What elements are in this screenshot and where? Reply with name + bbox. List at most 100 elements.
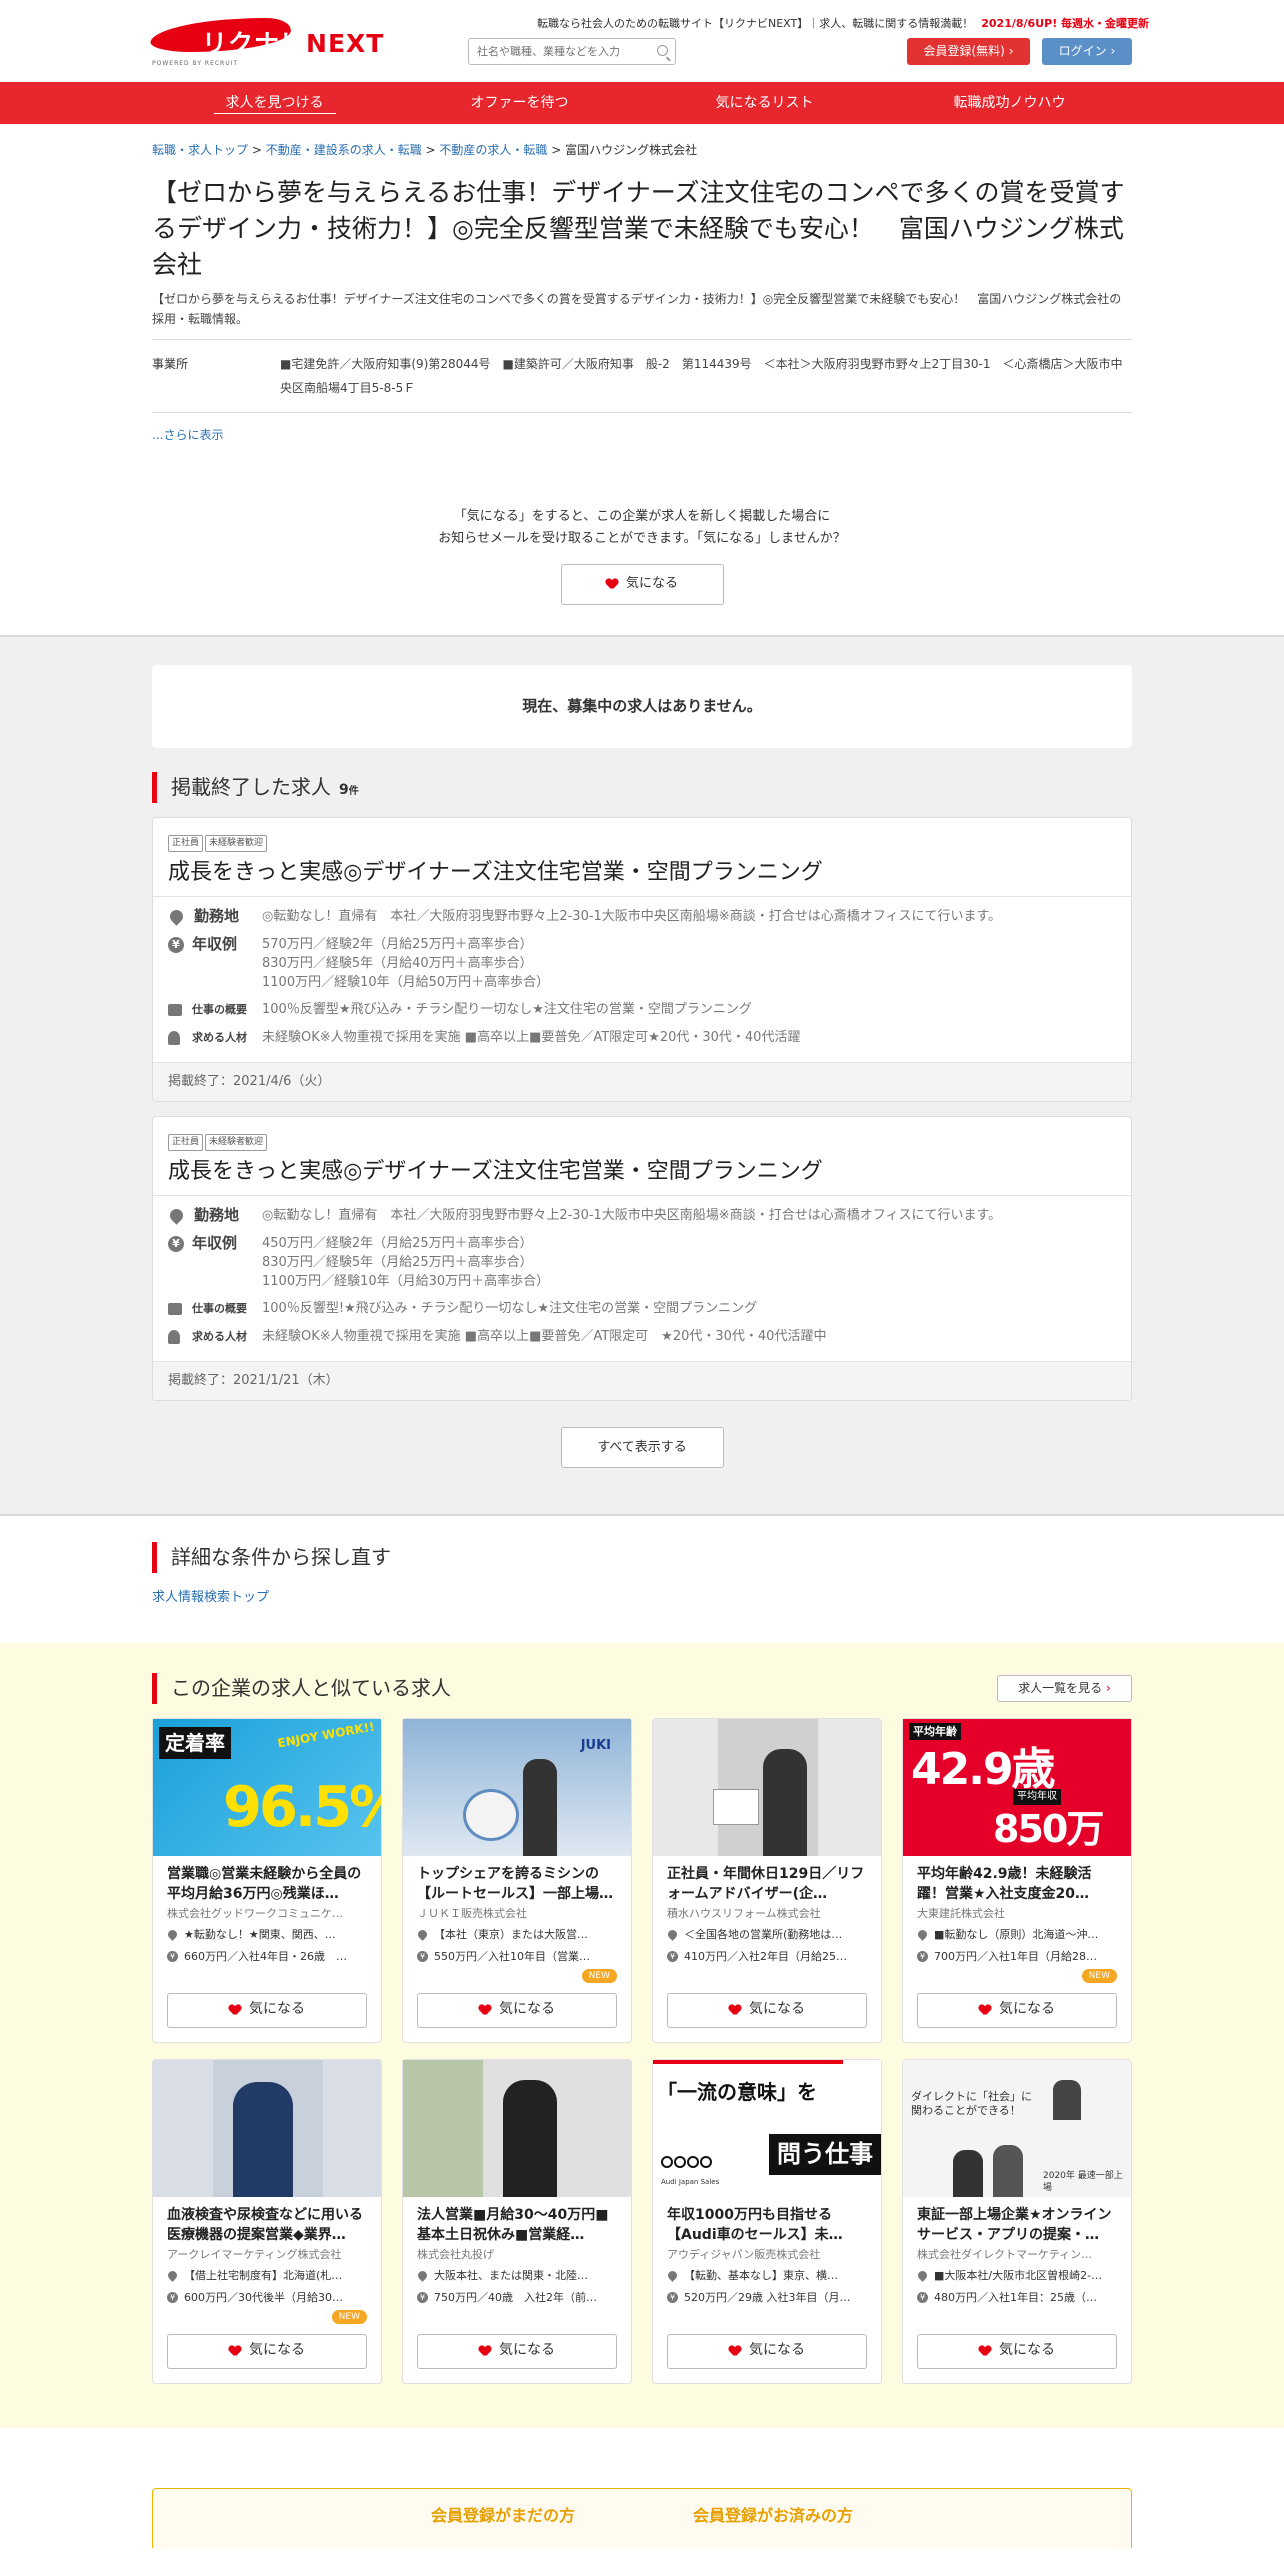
similar-job-title[interactable]: 東証一部上場企業★オンラインサービス・アプリの提案・… (903, 2197, 1131, 2245)
salary-line: ¥700万円／入社1年目（月給28… (903, 1943, 1131, 1964)
login-button[interactable]: ログイン › (1042, 38, 1132, 65)
office-label: 事業所 (152, 356, 189, 371)
salary-line: ¥750万円／40歳 入社2年（前… (403, 2284, 631, 2305)
company-section: 転職・求人トップ > 不動産・建設系の求人・転職 > 不動産の求人・転職 > 富… (152, 142, 1132, 605)
document-icon (168, 1302, 182, 1315)
person-icon (168, 1329, 180, 1344)
show-more-link[interactable]: ...さらに表示 (152, 427, 1132, 444)
job-list-button[interactable]: 求人一覧を見る › (997, 1674, 1132, 1702)
job-search-top-link[interactable]: 求人情報検索トップ (152, 1589, 1132, 1607)
page-title: 【ゼロから夢を与えらえるお仕事！デザイナーズ注文住宅のコンペで多くの賞を受賞する… (152, 177, 1125, 279)
similar-job-title[interactable]: 年収1000万円も目指せる【Audi車のセールス】未… (653, 2197, 881, 2245)
location-line: 大阪本社、または関東・北陸… (403, 2262, 631, 2283)
nav-favorite-list[interactable]: 気になるリスト (642, 82, 887, 124)
favorite-button[interactable]: 気になる (917, 1992, 1117, 2028)
breadcrumb: 転職・求人トップ > 不動産・建設系の求人・転職 > 不動産の求人・転職 > 富… (152, 143, 698, 157)
company-info: 事業所 ■宅建免許／大阪府知事(9)第28044号 ■建築許可／大阪府知事 般-… (152, 338, 1132, 413)
global-nav: 求人を見つける オファーを待つ 気になるリスト 転職成功ノウハウ (0, 82, 1284, 124)
job-photo[interactable] (653, 1718, 881, 1856)
show-all-button[interactable]: すべて表示する (560, 1426, 724, 1468)
office-value: ■宅建免許／大阪府知事(9)第28044号 ■建築許可／大阪府知事 般-2 第1… (280, 356, 1123, 395)
new-badge: NEW (1081, 1968, 1117, 1983)
heart-icon (479, 2005, 491, 2016)
similar-job-card[interactable]: 「一流の意味」を 問う仕事 Audi Japan Sales 年収1000万円も目指せ… (652, 2058, 882, 2384)
similar-job-card[interactable]: 法人営業■月給30～40万円■基本土日祝休み■営業経… 株式会社丸投げ 大阪本社、ま… (402, 2058, 632, 2384)
similar-job-title[interactable]: 営業職◎営業未経験から全員の平均月給36万円◎残業ほ… (153, 1856, 381, 1904)
salary-row: ¥ 年収例 570万円／経験2年（月給25万円＋高率歩合） 830万円／経験5年（月給… (168, 935, 1116, 992)
favorite-button[interactable]: 気になる (167, 1992, 367, 2028)
breadcrumb-link[interactable]: 不動産の求人・転職 (439, 143, 547, 157)
yen-icon: ¥ (167, 2291, 178, 2303)
favorite-button[interactable]: 気になる (667, 2333, 867, 2369)
job-photo[interactable]: ダイレクトに「社会」に関わることができる！ 2020年 最速一部上場 (903, 2059, 1131, 2197)
location-line: ■大阪本社/大阪市北区曽根崎2-… (903, 2262, 1131, 2283)
yen-icon: ¥ (168, 1235, 184, 1252)
map-pin-icon (167, 1206, 186, 1225)
job-card[interactable]: 正社員 未経験者歓迎 成長をきっと実感◎デザイナーズ注文住宅営業・空間プランニング… (152, 1115, 1132, 1401)
search-icon[interactable] (657, 45, 668, 56)
similar-job-title[interactable]: トップシェアを誇るミシンの【ルートセールス】一部上場… (403, 1856, 631, 1904)
similar-job-card[interactable]: 平均年齢42.9歳平均年収850万円平均年齢42.9歳！未経験活躍！営業★入社支… (902, 1717, 1132, 2043)
register-button[interactable]: 会員登録(無料) › (907, 38, 1030, 65)
new-badge: NEW (581, 1968, 617, 1983)
breadcrumb-link[interactable]: 不動産・建設系の求人・転職 (266, 143, 422, 157)
similar-job-card[interactable]: 定着率96.5%ENJOY WORK!!営業職◎営業未経験から全員の平均月給36… (152, 1717, 382, 2043)
similar-job-title[interactable]: 平均年齢42.9歳！未経験活躍！営業★入社支度金20… (903, 1856, 1131, 1904)
ended-date: 掲載終了：2021/4/6（火） (153, 1061, 1131, 1101)
job-title[interactable]: 成長をきっと実感◎デザイナーズ注文住宅営業・空間プランニング (168, 858, 1116, 888)
heart-icon (479, 2346, 491, 2357)
similar-job-title[interactable]: 正社員・年間休日129日／リフォームアドバイザー(企… (653, 1856, 881, 1904)
yen-icon: ¥ (917, 2291, 928, 2303)
favorite-button[interactable]: 気になる (417, 1992, 617, 2028)
job-photo[interactable]: 「一流の意味」を 問う仕事 Audi Japan Sales (653, 2059, 881, 2197)
job-photo[interactable]: 平均年齢42.9歳平均年収850万円 (903, 1718, 1131, 1856)
company-lead: 【ゼロから夢を与えらえるお仕事！デザイナーズ注文住宅のコンペで多くの賞を受賞する… (152, 291, 1122, 326)
favorite-button[interactable]: 気になる (667, 1992, 867, 2028)
search-input[interactable] (469, 39, 647, 64)
yen-icon: ¥ (667, 1950, 678, 1962)
favorite-button[interactable]: 気になる (417, 2333, 617, 2369)
refine-heading: 詳細な条件から探し直す (152, 1541, 1132, 1573)
location-line: ★転勤なし！★関東、関西、… (153, 1921, 381, 1942)
nav-find-jobs[interactable]: 求人を見つける (152, 82, 397, 124)
company-name: 積水ハウスリフォーム株式会社 (667, 1906, 821, 1920)
similar-job-title[interactable]: 法人営業■月給30～40万円■基本土日祝休み■営業経… (403, 2197, 631, 2245)
breadcrumb-link[interactable]: 転職・求人トップ (152, 143, 248, 157)
map-pin-icon (666, 2269, 679, 2283)
company-name: 株式会社グッドワークコミュニケ… (167, 1906, 343, 1920)
summary-row: 仕事の概要 100％反響型★飛び込み・チラシ配り一切なし★注文住宅の営業・空間プラ… (168, 1000, 1116, 1020)
heart-icon (729, 2346, 741, 2357)
job-photo[interactable] (403, 2059, 631, 2197)
salary-line: ¥550万円／入社10年目（営業… (403, 1943, 631, 1964)
document-icon (168, 1003, 182, 1016)
similar-job-title[interactable]: 血液検査や尿検査などに用いる医療機器の提案営業◆業界… (153, 2197, 381, 2245)
nav-wait-offer[interactable]: オファーを待つ (397, 82, 642, 124)
job-photo[interactable]: 定着率96.5%ENJOY WORK!! (153, 1718, 381, 1856)
favorite-button[interactable]: 気になる (917, 2333, 1117, 2369)
map-pin-icon (167, 907, 186, 926)
summary-row: 仕事の概要 100％反響型!★飛び込み・チラシ配り一切なし★注文住宅の営業・空間プ… (168, 1299, 1116, 1319)
similar-job-card[interactable]: ダイレクトに「社会」に関わることができる！ 2020年 最速一部上場 東証一部上場企… (902, 2058, 1132, 2384)
keyword-search[interactable] (468, 38, 676, 65)
favorite-button[interactable]: 気になる (560, 563, 724, 605)
job-card[interactable]: 正社員 未経験者歓迎 成長をきっと実感◎デザイナーズ注文住宅営業・空間プランニング… (152, 816, 1132, 1102)
rikunabi-next-logo[interactable]: リクナビNEXT POWERED BY RECRUIT (148, 16, 397, 70)
similar-job-card[interactable]: 血液検査や尿検査などに用いる医療機器の提案営業◆業界… アークレイマーケティング株… (152, 2058, 382, 2384)
job-photo[interactable] (153, 2059, 381, 2197)
location-line: 【転勤、基本なし】東京、横… (653, 2262, 881, 2283)
powered-by-recruit: POWERED BY RECRUIT (152, 60, 239, 67)
job-photo[interactable]: JUKI (403, 1718, 631, 1856)
map-pin-icon (916, 1928, 929, 1942)
company-name: ＪＵＫＩ販売株式会社 (417, 1906, 527, 1920)
favorite-button[interactable]: 気になる (167, 2333, 367, 2369)
similar-job-card[interactable]: JUKI トップシェアを誇るミシンの【ルートセールス】一部上場… ＪＵＫＩ販売株式会… (402, 1717, 632, 2043)
nav-career-knowhow[interactable]: 転職成功ノウハウ (887, 82, 1132, 124)
heart-icon (229, 2005, 241, 2016)
similar-job-card[interactable]: 正社員・年間休日129日／リフォームアドバイザー(企… 積水ハウスリフォーム株式会… (652, 1717, 882, 2043)
inexperienced-tag: 未経験者歓迎 (205, 1133, 268, 1151)
company-name: 株式会社丸投げ (417, 2247, 494, 2261)
update-notice: 2021/8/6UP! 毎週水・金曜更新 (981, 17, 1150, 30)
map-pin-icon (916, 2269, 929, 2283)
location-line: ＜全国各地の営業所(勤務地は… (653, 1921, 881, 1942)
job-title[interactable]: 成長をきっと実感◎デザイナーズ注文住宅営業・空間プランニング (168, 1157, 1116, 1187)
